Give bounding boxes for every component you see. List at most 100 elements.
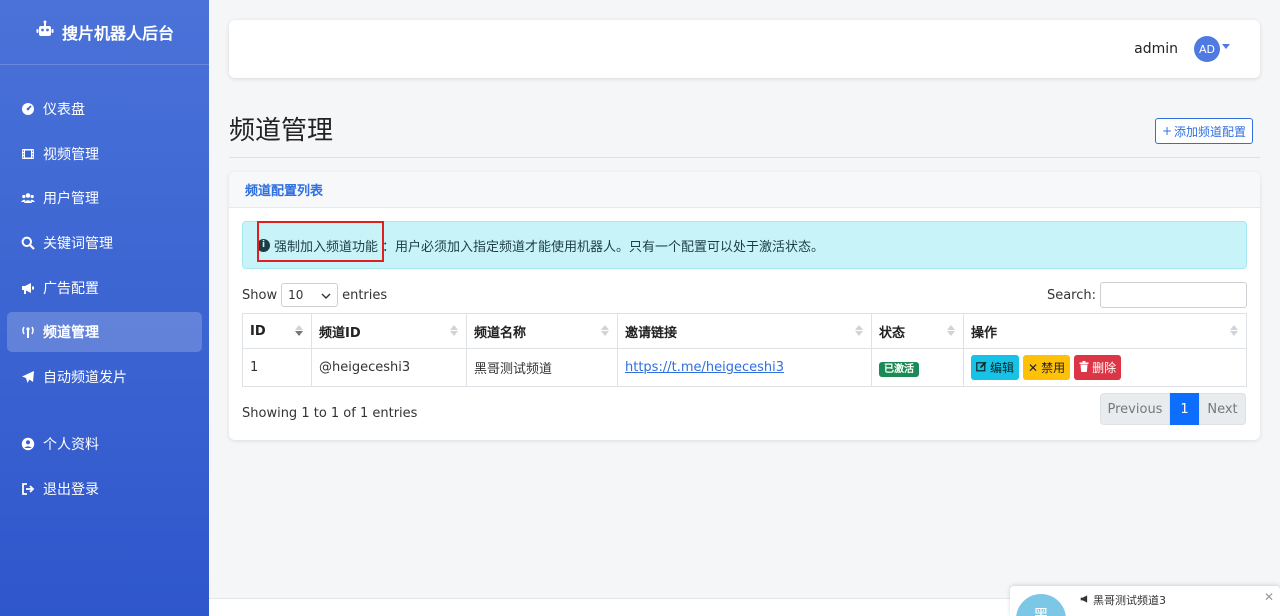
title-divider bbox=[229, 157, 1260, 158]
entries-label: entries bbox=[342, 287, 388, 303]
sidebar-item-channels[interactable]: 频道管理 bbox=[7, 312, 202, 353]
card-title: 频道配置列表 bbox=[229, 172, 1260, 208]
col-channel-id[interactable]: 频道ID bbox=[311, 313, 467, 349]
brand[interactable]: 搜片机器人后台 bbox=[0, 0, 209, 65]
col-label: 状态 bbox=[879, 325, 906, 341]
table-row: 1 @heigeceshi3 黑哥测试频道 https://t.me/heige… bbox=[242, 348, 1247, 387]
sidebar-item-dashboard[interactable]: 仪表盘 bbox=[7, 89, 202, 129]
col-id[interactable]: ID bbox=[242, 313, 312, 349]
logout-icon bbox=[21, 482, 35, 496]
cell-channel-name: 黑哥测试频道 bbox=[466, 348, 618, 387]
page-size-control: Show 10 entries bbox=[242, 283, 387, 307]
toast-title: 黑哥测试频道3 bbox=[1080, 592, 1166, 608]
sidebar-item-ads[interactable]: 广告配置 bbox=[7, 268, 202, 308]
table-search: Search: bbox=[1047, 282, 1247, 308]
col-label: 操作 bbox=[971, 325, 998, 341]
megaphone-icon bbox=[1080, 594, 1090, 607]
delete-label: 删除 bbox=[1092, 361, 1117, 375]
show-label: Show bbox=[242, 287, 278, 303]
status-badge: 已激活 bbox=[879, 361, 919, 377]
col-label: ID bbox=[250, 323, 266, 339]
highlight-box bbox=[257, 221, 384, 262]
col-actions[interactable]: 操作 bbox=[963, 313, 1247, 349]
delete-button[interactable]: 删除 bbox=[1074, 355, 1122, 380]
channel-config-card: 频道配置列表 i 强制加入频道功能 ：用户必须加入指定频道才能使用机器人。只有一… bbox=[229, 172, 1260, 440]
sidebar-item-label: 仪表盘 bbox=[43, 102, 85, 118]
next-page-button[interactable]: Next bbox=[1199, 393, 1246, 425]
previous-page-button[interactable]: Previous bbox=[1100, 393, 1170, 425]
close-icon[interactable]: ✕ bbox=[1264, 590, 1274, 604]
edit-button[interactable]: 编辑 bbox=[971, 355, 1020, 380]
plus-icon: + bbox=[1161, 124, 1173, 138]
toast-title-text: 黑哥测试频道3 bbox=[1093, 594, 1166, 607]
search-input[interactable] bbox=[1100, 282, 1247, 308]
sort-icon bbox=[601, 325, 609, 336]
search-icon bbox=[21, 236, 35, 250]
sort-icon bbox=[1230, 325, 1238, 336]
sidebar-item-auto-post[interactable]: 自动频道发片 bbox=[7, 357, 202, 397]
page-size-select[interactable]: 10 bbox=[281, 283, 339, 307]
sidebar-item-label: 用户管理 bbox=[43, 191, 99, 208]
table-header-row: ID 频道ID 频道名称 邀请链接 状态 操作 bbox=[242, 313, 1247, 349]
edit-label: 编辑 bbox=[990, 361, 1015, 375]
close-icon: ✕ bbox=[1028, 360, 1039, 375]
search-label: Search: bbox=[1046, 287, 1096, 303]
invite-link[interactable]: https://t.me/heigeceshi3 bbox=[625, 360, 784, 375]
page-title: 频道管理 bbox=[229, 116, 334, 146]
user-menu[interactable]: admin AD bbox=[1134, 36, 1230, 62]
col-label: 邀请链接 bbox=[625, 325, 678, 341]
cell-actions: 编辑 ✕ 禁用 删除 bbox=[963, 348, 1247, 387]
notification-toast[interactable]: 黑 黑哥测试频道3 ✕ bbox=[1010, 586, 1280, 616]
sort-icon bbox=[855, 325, 863, 336]
pagination: Previous 1 Next bbox=[1100, 393, 1246, 425]
sidebar-item-profile[interactable]: 个人资料 bbox=[7, 424, 202, 464]
add-button-label: 添加频道配置 bbox=[1174, 124, 1247, 139]
brand-title: 搜片机器人后台 bbox=[61, 24, 174, 43]
broadcast-icon bbox=[21, 325, 35, 339]
user-circle-icon bbox=[21, 437, 35, 451]
top-header: admin AD bbox=[229, 20, 1260, 78]
sidebar-item-videos[interactable]: 视频管理 bbox=[7, 134, 202, 174]
disable-label: 禁用 bbox=[1041, 361, 1066, 375]
cell-status: 已激活 bbox=[871, 348, 964, 387]
sort-icon bbox=[450, 325, 458, 336]
sidebar-item-users[interactable]: 用户管理 bbox=[7, 178, 202, 218]
sidebar-item-label: 个人资料 bbox=[43, 436, 99, 453]
sort-icon bbox=[947, 325, 955, 336]
sidebar: 搜片机器人后台 仪表盘 视频管理 用户管理 关键词管理 广告配置 频道管理 自动… bbox=[0, 0, 209, 616]
trash-icon bbox=[1079, 360, 1089, 375]
edit-icon bbox=[976, 361, 987, 375]
sort-icon bbox=[295, 325, 303, 336]
paper-plane-icon bbox=[21, 370, 35, 384]
chevron-down-icon[interactable] bbox=[1222, 43, 1230, 49]
col-invite-link[interactable]: 邀请链接 bbox=[617, 313, 872, 349]
sidebar-item-label: 关键词管理 bbox=[43, 236, 113, 253]
sidebar-item-label: 视频管理 bbox=[43, 146, 99, 163]
alert-text: ：用户必须加入指定频道才能使用机器人。只有一个配置可以处于激活状态。 bbox=[382, 239, 825, 255]
megaphone-icon bbox=[21, 281, 35, 295]
page-1-button[interactable]: 1 bbox=[1170, 393, 1199, 425]
info-alert: i 强制加入频道功能 ：用户必须加入指定频道才能使用机器人。只有一个配置可以处于… bbox=[242, 221, 1247, 269]
channel-table: ID 频道ID 频道名称 邀请链接 状态 操作 1 @heigeceshi3 黑… bbox=[242, 313, 1247, 387]
sidebar-item-label: 频道管理 bbox=[43, 325, 99, 342]
cell-invite-link: https://t.me/heigeceshi3 bbox=[617, 348, 872, 387]
add-channel-config-button[interactable]: + 添加频道配置 bbox=[1155, 118, 1253, 144]
col-channel-name[interactable]: 频道名称 bbox=[466, 313, 618, 349]
gauge-icon bbox=[21, 102, 35, 116]
sidebar-item-keywords[interactable]: 关键词管理 bbox=[7, 223, 202, 263]
film-icon bbox=[21, 147, 35, 161]
disable-button[interactable]: ✕ 禁用 bbox=[1023, 355, 1071, 380]
cell-channel-id: @heigeceshi3 bbox=[311, 348, 467, 387]
sidebar-item-logout[interactable]: 退出登录 bbox=[7, 469, 202, 509]
chevron-down-icon bbox=[321, 288, 331, 302]
table-info: Showing 1 to 1 of 1 entries bbox=[242, 406, 418, 421]
table-controls: Show 10 entries Search: bbox=[242, 282, 1247, 308]
col-label: 频道ID bbox=[319, 325, 361, 341]
col-label: 频道名称 bbox=[474, 325, 527, 341]
robot-icon bbox=[35, 20, 55, 44]
avatar[interactable]: AD bbox=[1194, 36, 1220, 62]
cell-id: 1 bbox=[242, 348, 312, 387]
col-status[interactable]: 状态 bbox=[871, 313, 964, 349]
sidebar-item-label: 自动频道发片 bbox=[43, 370, 127, 387]
